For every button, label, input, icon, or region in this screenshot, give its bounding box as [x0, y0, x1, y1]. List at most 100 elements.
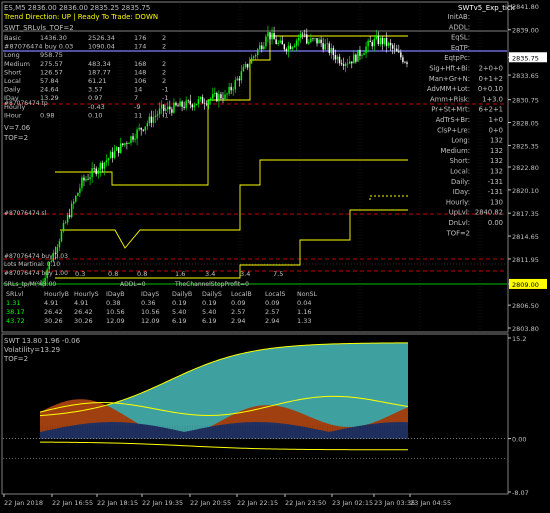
candle-body[interactable]	[189, 100, 191, 105]
candle-body[interactable]	[175, 102, 177, 106]
candle-body[interactable]	[191, 104, 194, 108]
candle-body[interactable]	[308, 42, 310, 44]
candle-body[interactable]	[203, 103, 206, 104]
candle-body[interactable]	[199, 97, 202, 100]
candle-body[interactable]	[306, 34, 308, 44]
candle-body[interactable]	[222, 98, 224, 99]
candle-body[interactable]	[377, 36, 380, 45]
candle-body[interactable]	[105, 160, 108, 163]
candle-body[interactable]	[216, 92, 218, 102]
candle-body[interactable]	[177, 105, 179, 107]
candle-body[interactable]	[400, 52, 402, 58]
candle-body[interactable]	[285, 49, 288, 52]
candle-body[interactable]	[301, 33, 304, 35]
candle-body[interactable]	[236, 78, 239, 81]
candle-body[interactable]	[279, 40, 281, 43]
candle-body[interactable]	[322, 43, 324, 50]
candle-body[interactable]	[295, 40, 298, 46]
candle-body[interactable]	[138, 127, 140, 130]
candle-body[interactable]	[158, 108, 161, 115]
chart-canvas[interactable]: ES,M5 2836.00 2836.00 2835.25 2835.75 Tr…	[0, 0, 550, 511]
candle-body[interactable]	[391, 45, 394, 49]
candle-body[interactable]	[383, 38, 386, 45]
candle-body[interactable]	[73, 201, 75, 204]
candle-body[interactable]	[254, 54, 257, 57]
candle-body[interactable]	[115, 147, 118, 151]
candle-body[interactable]	[271, 32, 273, 40]
candle-body[interactable]	[154, 115, 157, 118]
candle-body[interactable]	[58, 241, 61, 248]
candle-body[interactable]	[240, 71, 243, 81]
trading-terminal-chart-window[interactable]: ES,M5 2836.00 2836.00 2835.25 2835.75 Tr…	[0, 0, 550, 511]
candle-body[interactable]	[312, 38, 314, 39]
candle-body[interactable]	[310, 38, 312, 43]
candle-body[interactable]	[359, 49, 361, 56]
candle-body[interactable]	[195, 103, 198, 106]
candle-body[interactable]	[371, 42, 373, 47]
candle-body[interactable]	[95, 168, 97, 175]
candle-body[interactable]	[275, 39, 277, 45]
candle-body[interactable]	[152, 117, 155, 123]
candle-body[interactable]	[97, 170, 99, 175]
candle-body[interactable]	[324, 44, 326, 50]
candle-body[interactable]	[68, 215, 71, 218]
candle-body[interactable]	[140, 127, 142, 130]
candle-body[interactable]	[393, 48, 396, 50]
candle-body[interactable]	[332, 48, 335, 56]
candle-body[interactable]	[85, 179, 87, 181]
candle-body[interactable]	[103, 162, 106, 169]
candle-body[interactable]	[209, 98, 212, 101]
candle-body[interactable]	[142, 129, 144, 131]
candle-body[interactable]	[205, 103, 208, 105]
candle-body[interactable]	[257, 49, 259, 55]
candle-body[interactable]	[385, 38, 388, 46]
candle-body[interactable]	[369, 40, 371, 43]
candle-body[interactable]	[357, 49, 359, 62]
candle-body[interactable]	[355, 54, 357, 62]
candle-body[interactable]	[130, 136, 132, 144]
candle-body[interactable]	[297, 37, 300, 41]
candle-body[interactable]	[224, 94, 226, 99]
candle-body[interactable]	[363, 53, 365, 55]
candle-body[interactable]	[398, 51, 400, 53]
candle-body[interactable]	[75, 195, 77, 202]
candle-body[interactable]	[320, 39, 322, 44]
candle-body[interactable]	[283, 44, 286, 50]
candle-body[interactable]	[342, 64, 345, 66]
candle-body[interactable]	[60, 231, 63, 242]
candle-body[interactable]	[173, 102, 175, 113]
candle-body[interactable]	[340, 63, 343, 65]
candle-body[interactable]	[361, 54, 363, 56]
candle-body[interactable]	[252, 56, 255, 58]
candle-body[interactable]	[248, 63, 251, 68]
candle-body[interactable]	[234, 80, 236, 90]
candle-body[interactable]	[81, 177, 83, 189]
candle-body[interactable]	[291, 47, 294, 50]
candle-body[interactable]	[220, 94, 222, 99]
candle-body[interactable]	[387, 42, 390, 46]
candle-body[interactable]	[336, 56, 339, 60]
candle-body[interactable]	[281, 40, 283, 45]
candle-body[interactable]	[109, 152, 112, 159]
candle-body[interactable]	[246, 63, 249, 68]
candle-body[interactable]	[314, 38, 316, 39]
candle-body[interactable]	[334, 55, 337, 60]
candle-body[interactable]	[228, 86, 230, 94]
candle-body[interactable]	[232, 89, 234, 91]
candle-body[interactable]	[77, 192, 79, 196]
candle-body[interactable]	[269, 32, 271, 40]
candle-body[interactable]	[406, 62, 408, 64]
candle-body[interactable]	[193, 105, 196, 108]
candle-body[interactable]	[113, 150, 116, 158]
candle-body[interactable]	[156, 114, 159, 116]
candle-body[interactable]	[353, 54, 355, 64]
candle-body[interactable]	[134, 138, 136, 140]
candle-body[interactable]	[267, 32, 269, 37]
candle-body[interactable]	[132, 136, 134, 140]
candle-body[interactable]	[338, 56, 341, 64]
candle-body[interactable]	[167, 106, 169, 110]
candle-body[interactable]	[375, 36, 378, 39]
candle-body[interactable]	[144, 126, 147, 131]
candle-body[interactable]	[124, 143, 126, 146]
candle-body[interactable]	[187, 100, 189, 102]
